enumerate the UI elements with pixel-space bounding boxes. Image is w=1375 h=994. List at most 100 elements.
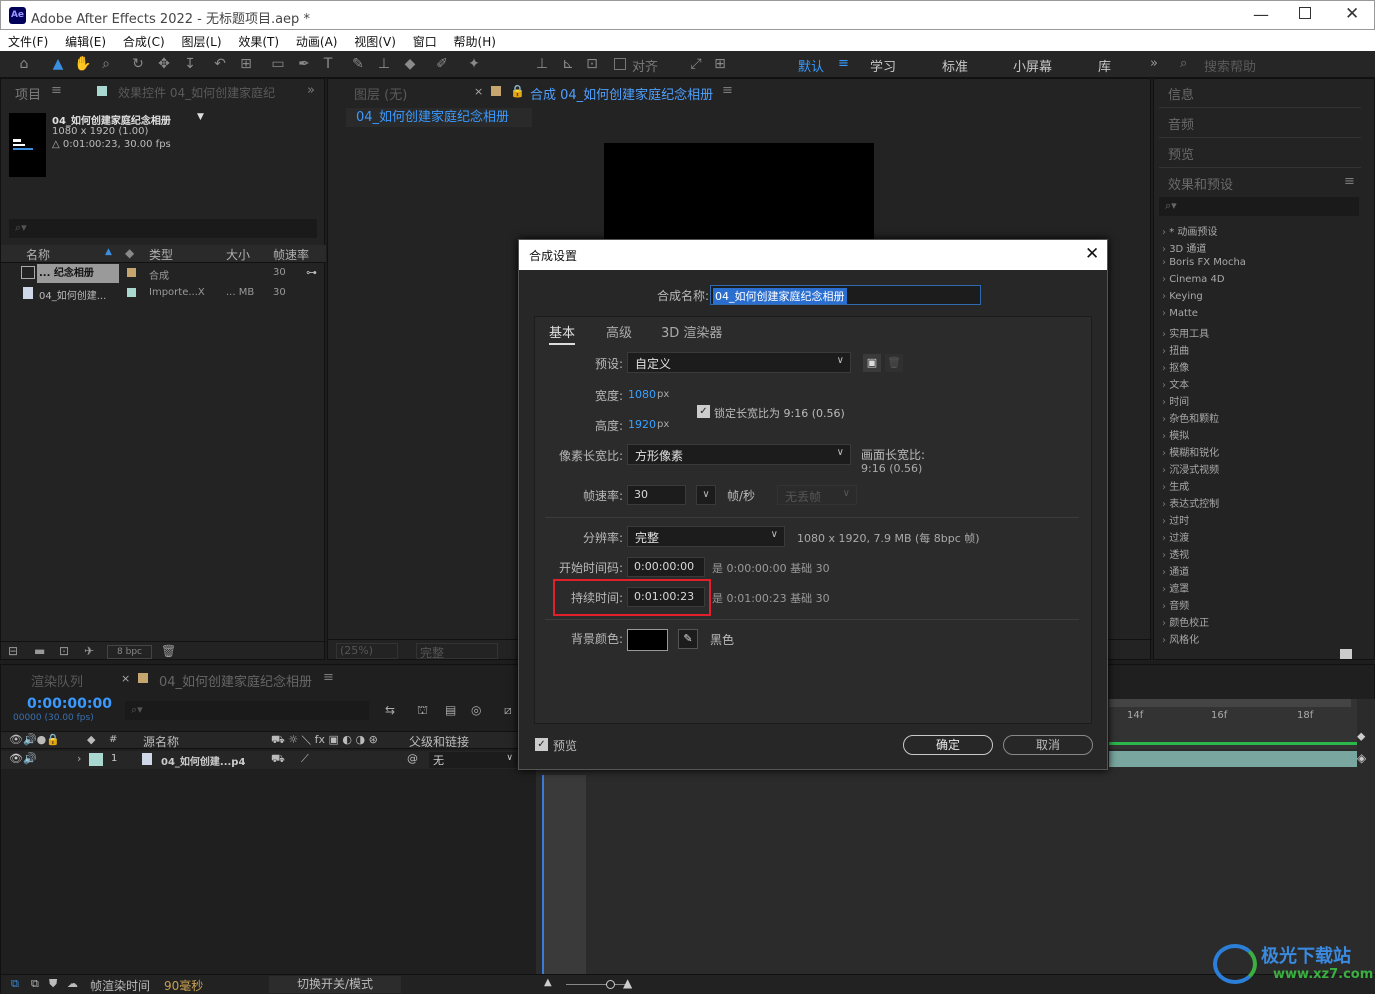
ok-button[interactable]: 确定: [903, 735, 993, 755]
label-color[interactable]: [89, 753, 103, 766]
fx-category[interactable]: › 过渡: [1162, 529, 1189, 544]
motion-blur-icon[interactable]: ◎: [471, 703, 481, 717]
minimize-icon[interactable]: —: [1253, 5, 1269, 24]
puppet-tool-icon[interactable]: ✦: [466, 56, 482, 72]
workspace-standard[interactable]: 标准: [942, 56, 968, 75]
tab-basic[interactable]: 基本: [549, 322, 576, 345]
timeline-comp-tab[interactable]: 04_如何创建家庭纪念相册: [159, 671, 312, 690]
rectangle-tool-icon[interactable]: ▭: [270, 56, 286, 72]
comp-subtab[interactable]: 04_如何创建家庭纪念相册: [346, 108, 532, 127]
new-bin-icon[interactable]: [1340, 649, 1352, 659]
tag-icon[interactable]: ◆: [125, 246, 134, 260]
fx-category[interactable]: › Matte: [1162, 308, 1198, 319]
fx-category[interactable]: › 风格化: [1162, 631, 1199, 646]
effects-presets-tab[interactable]: 效果和预设: [1168, 174, 1233, 193]
preview-tab[interactable]: 预览: [1168, 144, 1194, 163]
shy-icon[interactable]: ⛫: [417, 703, 428, 719]
fx-category[interactable]: › 模拟: [1162, 427, 1189, 442]
preview-checkbox[interactable]: ✓: [535, 738, 548, 751]
column-name[interactable]: 名称: [26, 246, 50, 263]
brush-tool-icon[interactable]: ✎: [350, 56, 366, 72]
clone-tool-icon[interactable]: ⊥: [376, 56, 392, 72]
time-ruler[interactable]: 14f 16f 18f: [1109, 699, 1357, 749]
graph-editor-icon[interactable]: ⧄: [504, 703, 512, 718]
info-tab[interactable]: 信息: [1168, 84, 1194, 103]
resolution-select[interactable]: 完整 ∨: [627, 526, 785, 547]
fx-category[interactable]: › 模糊和锐化: [1162, 444, 1219, 459]
fx-category[interactable]: › 沉浸式视频: [1162, 461, 1219, 476]
pen-tool-icon[interactable]: ✒: [296, 56, 312, 72]
rotate-tool-icon[interactable]: ↶: [212, 56, 228, 72]
close-icon[interactable]: ✕: [1345, 4, 1359, 24]
fx-category[interactable]: › 过时: [1162, 512, 1189, 527]
toggle-switches-button[interactable]: 切换开关/模式: [269, 976, 401, 993]
menu-lines-icon[interactable]: ≡: [838, 56, 849, 71]
fx-category[interactable]: › * 动画预设: [1162, 223, 1217, 238]
project-tab[interactable]: 项目: [15, 84, 41, 103]
tab-3d-renderer[interactable]: 3D 渲染器: [661, 322, 722, 341]
delete-preset-icon[interactable]: 🗑: [885, 354, 903, 372]
home-icon[interactable]: ⌂: [16, 56, 32, 72]
bpc-button[interactable]: 8 bpc: [107, 645, 152, 659]
maximize-icon[interactable]: [1299, 7, 1311, 19]
panel-menu-icon[interactable]: ≡: [51, 83, 62, 98]
flow-icon[interactable]: ✈: [84, 644, 94, 658]
parent-column[interactable]: 父级和链接: [409, 733, 469, 750]
dolly-tool-icon[interactable]: ↧: [182, 56, 198, 72]
resolution-select[interactable]: 完整: [416, 643, 498, 660]
column-fps[interactable]: 帧速率: [273, 246, 309, 263]
preset-select[interactable]: 自定义 ∨: [627, 352, 851, 373]
flowchart-icon[interactable]: ⊶: [306, 266, 317, 279]
effect-controls-tab[interactable]: 效果控件 04_如何创建家庭纪: [118, 84, 275, 101]
zoom-slider-track[interactable]: [566, 984, 626, 985]
more-workspaces-icon[interactable]: »: [1150, 56, 1158, 71]
layer-name[interactable]: 04_如何创建...p4: [161, 753, 245, 768]
parent-select[interactable]: 无 ∨: [429, 752, 517, 768]
fx-category[interactable]: › 音频: [1162, 597, 1189, 612]
fx-category[interactable]: › 抠像: [1162, 359, 1189, 374]
background-color-swatch[interactable]: [627, 629, 668, 651]
quality-switch-icon[interactable]: ⟋: [301, 752, 309, 766]
menu-view[interactable]: 视图(V): [354, 33, 396, 50]
zoom-select[interactable]: (25%): [336, 643, 398, 659]
menu-file[interactable]: 文件(F): [8, 33, 48, 50]
tab-advanced[interactable]: 高级: [606, 322, 632, 341]
new-comp-icon[interactable]: ⊡: [59, 644, 69, 658]
cancel-button[interactable]: 取消: [1003, 735, 1093, 755]
menu-window[interactable]: 窗口: [413, 33, 437, 50]
source-name-column[interactable]: 源名称: [143, 733, 179, 750]
menu-animation[interactable]: 动画(A): [296, 33, 338, 50]
project-search-input[interactable]: ⌕▾: [9, 219, 317, 238]
framerate-dropdown-icon[interactable]: ∨: [696, 485, 716, 505]
fx-category[interactable]: › 颜色校正: [1162, 614, 1209, 629]
hand-tool-icon[interactable]: ✋: [74, 56, 91, 72]
fx-category[interactable]: › 扭曲: [1162, 342, 1189, 357]
new-folder-icon[interactable]: ▬: [34, 644, 45, 658]
close-tab-icon[interactable]: ×: [121, 672, 130, 685]
fx-category[interactable]: › 透视: [1162, 546, 1189, 561]
column-size[interactable]: 大小: [226, 246, 250, 263]
keyframe-icon[interactable]: ◈: [1357, 751, 1366, 765]
playhead[interactable]: [542, 775, 544, 984]
lock-icon[interactable]: 🔒: [510, 84, 525, 98]
framerate-input[interactable]: 30: [627, 485, 686, 505]
orbit-tool-icon[interactable]: ↻: [130, 56, 146, 72]
fx-category[interactable]: › 生成: [1162, 478, 1189, 493]
comp-name-input[interactable]: 04_如何创建家庭纪念相册: [710, 285, 981, 305]
pickwhip-icon[interactable]: @: [407, 752, 418, 765]
text-tool-icon[interactable]: T: [320, 56, 336, 72]
effects-search-input[interactable]: ⌕▾: [1159, 197, 1359, 216]
snap-checkbox[interactable]: [614, 58, 626, 70]
dialog-close-icon[interactable]: ✕: [1085, 244, 1099, 264]
panel-menu-icon[interactable]: ≡: [1344, 174, 1355, 189]
width-value[interactable]: 1080: [628, 388, 656, 401]
interpret-footage-icon[interactable]: ⊟: [8, 644, 18, 658]
workspace-learn[interactable]: 学习: [870, 56, 896, 75]
collapse-switch-icon[interactable]: ⛟: [271, 752, 285, 767]
fx-category[interactable]: › 表达式控制: [1162, 495, 1219, 510]
menu-help[interactable]: 帮助(H): [454, 33, 496, 50]
cloud-icon[interactable]: ☁: [67, 977, 78, 990]
save-preset-icon[interactable]: ▣: [863, 354, 881, 372]
world-axis-icon[interactable]: ⊾: [560, 56, 576, 72]
start-timecode-input[interactable]: 0:00:00:00: [627, 557, 705, 577]
